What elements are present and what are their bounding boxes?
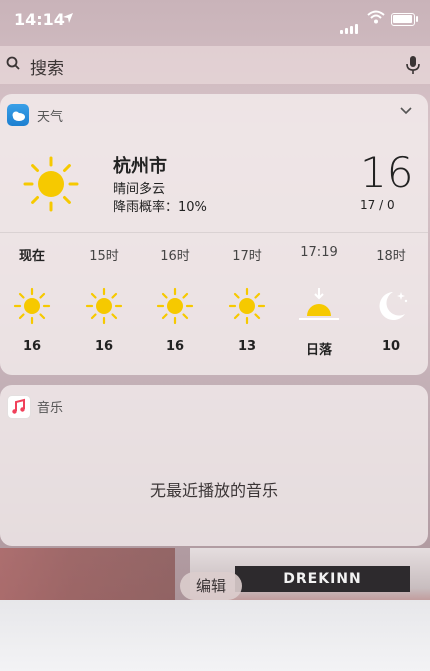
microphone-icon[interactable] xyxy=(404,55,422,75)
weather-condition: 晴间多云 xyxy=(113,182,166,197)
location-arrow-icon xyxy=(63,13,73,23)
divider xyxy=(0,232,428,233)
search-bar[interactable]: 搜索 xyxy=(0,46,430,84)
battery-tip xyxy=(416,16,418,22)
sun-icon xyxy=(23,156,79,212)
music-app-title: 音乐 xyxy=(37,401,64,416)
weather-app-icon xyxy=(7,104,29,126)
music-widget-header[interactable]: 音乐 xyxy=(0,385,428,423)
sun-icon xyxy=(74,286,134,326)
hour-label: 15时 xyxy=(89,249,119,264)
hour-label: 17:19 xyxy=(300,245,338,260)
hour-temp: 日落 xyxy=(305,343,332,358)
sun-icon xyxy=(2,286,62,326)
moon-stars-icon xyxy=(361,286,421,326)
city-name: 杭州市 xyxy=(113,156,167,177)
hour-temp: 16 xyxy=(165,339,185,354)
cellular-signal-icon xyxy=(340,15,360,34)
status-time: 14:14 xyxy=(14,10,65,29)
weather-widget[interactable]: 天气 xyxy=(0,94,428,375)
current-temperature: 16 xyxy=(360,148,414,197)
weather-widget-header[interactable]: 天气 xyxy=(0,94,428,132)
music-app-icon xyxy=(7,395,31,419)
background-sign: DREKINN xyxy=(235,566,410,592)
background-snow xyxy=(0,600,430,671)
search-input[interactable]: 搜索 xyxy=(30,54,64,79)
hour-label: 17时 xyxy=(232,249,262,264)
weather-app-title: 天气 xyxy=(37,110,64,125)
sun-icon xyxy=(145,286,205,326)
hour-temp: 16 xyxy=(22,339,42,354)
music-widget[interactable]: 音乐 xyxy=(0,385,428,546)
hour-label: 16时 xyxy=(160,249,190,264)
sun-icon xyxy=(217,286,277,326)
wifi-icon xyxy=(367,10,385,24)
hour-temp: 16 xyxy=(94,339,114,354)
battery-icon xyxy=(391,13,415,26)
hour-temp: 13 xyxy=(237,339,257,354)
search-icon xyxy=(6,56,20,70)
hi-lo-temperature: 17 / 0 xyxy=(360,198,395,212)
hour-temp: 10 xyxy=(381,339,401,354)
music-empty-message: 无最近播放的音乐 xyxy=(149,481,278,500)
hour-label: 现在 xyxy=(18,249,45,264)
hour-label: 18时 xyxy=(376,249,406,264)
edit-button[interactable]: 编辑 xyxy=(180,572,242,600)
sunset-icon xyxy=(289,286,349,326)
rain-probability: 降雨概率：10% xyxy=(113,200,207,215)
chevron-down-icon[interactable] xyxy=(399,104,413,118)
status-bar: 14:14 xyxy=(0,0,430,40)
